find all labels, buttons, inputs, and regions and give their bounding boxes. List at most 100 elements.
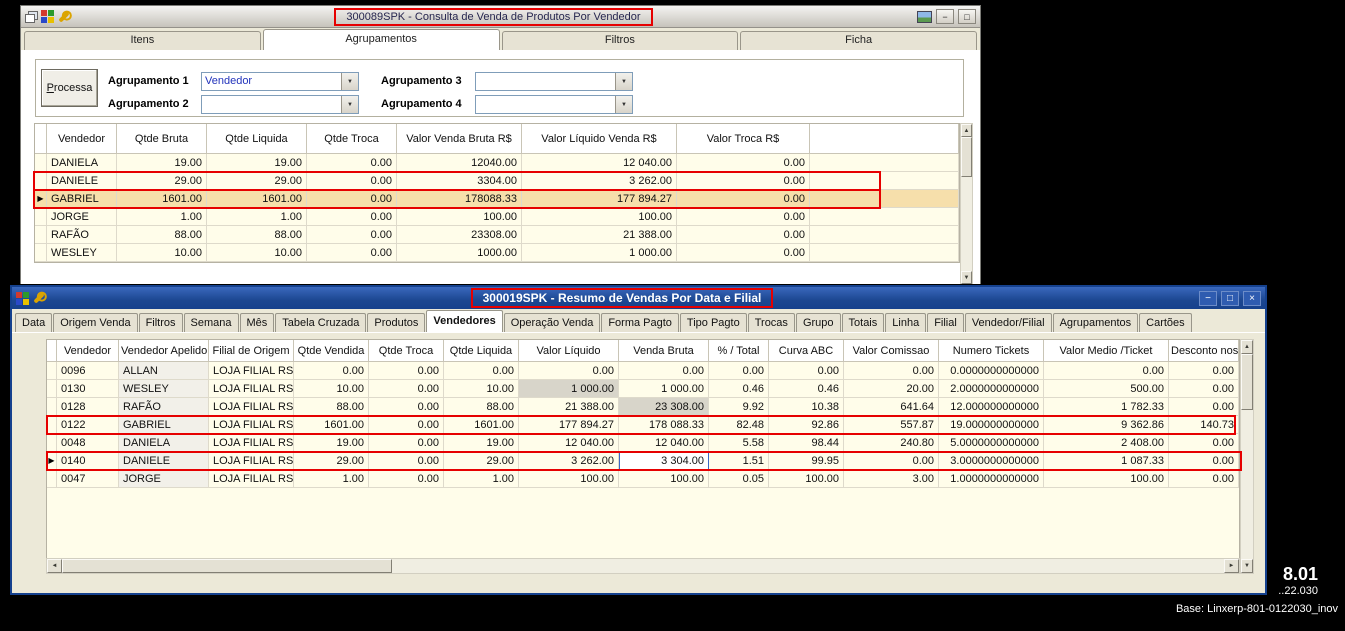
grid-cell[interactable]: 0.00 <box>307 226 397 244</box>
sum-icon[interactable] <box>15 337 41 357</box>
grid-cell[interactable]: LOJA FILIAL RS <box>209 362 294 380</box>
minimize-button[interactable]: − <box>1199 290 1217 306</box>
grid-cell[interactable]: 1601.00 <box>294 416 369 434</box>
tab-filial[interactable]: Filial <box>927 313 964 332</box>
column-header[interactable]: Filial de Origem <box>209 340 294 362</box>
app-grid-icon[interactable] <box>41 10 54 23</box>
agrupamento-3-combo[interactable]: ▼ <box>475 72 633 91</box>
grid-cell[interactable]: 0.0000000000000 <box>939 362 1044 380</box>
grid-cell[interactable]: 0.00 <box>1169 398 1239 416</box>
grid-cell[interactable]: 0.00 <box>769 362 844 380</box>
grid-cell[interactable]: LOJA FILIAL RS <box>209 380 294 398</box>
grid-cell[interactable]: 3.0000000000000 <box>939 452 1044 470</box>
minimize-button[interactable]: − <box>936 9 954 24</box>
column-header[interactable]: Curva ABC <box>769 340 844 362</box>
grid-cell[interactable]: 0.00 <box>369 416 444 434</box>
scroll-down-icon[interactable]: ▼ <box>1241 559 1253 573</box>
grid-cell[interactable]: 19.00 <box>207 154 307 172</box>
grid-cell[interactable]: 23 308.00 <box>619 398 709 416</box>
grid-cell[interactable]: 3 262.00 <box>519 452 619 470</box>
column-header[interactable]: Vendedor Apelido <box>119 340 209 362</box>
column-header[interactable]: Valor Venda Bruta R$ <box>397 124 522 154</box>
grid-cell[interactable]: 23308.00 <box>397 226 522 244</box>
grid-cell[interactable]: 641.64 <box>844 398 939 416</box>
grid-cell[interactable]: 0.00 <box>369 398 444 416</box>
table-row[interactable]: 0047 JORGE LOJA FILIAL RS 1.00 0.00 1.00 100.0… <box>47 470 1239 488</box>
grid-cell[interactable]: JORGE <box>119 470 209 488</box>
grid-cell[interactable]: JORGE <box>47 208 117 226</box>
grid-cell[interactable]: 0.00 <box>619 362 709 380</box>
grid-cell[interactable]: 9.92 <box>709 398 769 416</box>
grid-cell[interactable]: 0.00 <box>307 172 397 190</box>
grid-cell[interactable]: 12040.00 <box>397 154 522 172</box>
grid-cell[interactable]: 240.80 <box>844 434 939 452</box>
grid-cell[interactable]: 2.0000000000000 <box>939 380 1044 398</box>
grid-cell[interactable]: 3 262.00 <box>522 172 677 190</box>
tab-itens[interactable]: Itens <box>24 31 261 50</box>
column-header[interactable]: Venda Bruta <box>619 340 709 362</box>
grid-cell[interactable]: 3.00 <box>844 470 939 488</box>
tab-agrupamentos[interactable]: Agrupamentos <box>262 29 500 50</box>
grid-cell[interactable]: 1 000.00 <box>522 244 677 262</box>
grid-cell[interactable]: 10.00 <box>444 380 519 398</box>
grid-cell[interactable]: 0.00 <box>844 362 939 380</box>
grid-cell[interactable]: 177 894.27 <box>519 416 619 434</box>
table-row[interactable]: 0122 GABRIEL LOJA FILIAL RS 1601.00 0.00 1601… <box>47 416 1239 434</box>
grid-cell[interactable]: 3304.00 <box>397 172 522 190</box>
grid-cell[interactable]: 0.00 <box>677 244 810 262</box>
scrollbar-thumb[interactable] <box>62 559 392 573</box>
grid-cell[interactable]: 100.00 <box>522 208 677 226</box>
grid-cell[interactable]: 0.00 <box>307 190 397 208</box>
grid-cell[interactable]: 100.00 <box>519 470 619 488</box>
grid-cell[interactable]: 1.00 <box>117 208 207 226</box>
grid-cell[interactable]: 0.00 <box>677 226 810 244</box>
grid-cell[interactable]: 12 040.00 <box>519 434 619 452</box>
table-row[interactable]: 0128 RAFÃO LOJA FILIAL RS 88.00 0.00 88.00 21 … <box>47 398 1239 416</box>
grid-cell[interactable]: 0048 <box>57 434 119 452</box>
tab-agrupamentos[interactable]: Agrupamentos <box>1052 313 1139 332</box>
column-header[interactable]: Desconto nos Tick <box>1169 340 1239 362</box>
grid-cell[interactable]: 0128 <box>57 398 119 416</box>
close-button[interactable]: × <box>1243 290 1261 306</box>
agrupamento-1-combo[interactable]: Vendedor ▼ <box>201 72 359 91</box>
column-header[interactable]: Valor Medio /Ticket <box>1044 340 1169 362</box>
scrollbar-thumb[interactable] <box>961 137 972 177</box>
grid-cell[interactable]: 0.00 <box>307 244 397 262</box>
tab-trocas[interactable]: Trocas <box>747 313 795 332</box>
grid-cell[interactable]: 100.00 <box>397 208 522 226</box>
grid-cell[interactable]: 1 000.00 <box>619 380 709 398</box>
grid-cell[interactable]: 140.73 <box>1169 416 1239 434</box>
grid-cell[interactable]: 98.44 <box>769 434 844 452</box>
picture-icon[interactable] <box>917 10 932 23</box>
column-header[interactable]: Valor Troca R$ <box>677 124 810 154</box>
tab-filtros[interactable]: Filtros <box>138 313 183 332</box>
tab-semana[interactable]: Semana <box>183 313 239 332</box>
grid-cell[interactable]: 557.87 <box>844 416 939 434</box>
grid-cell[interactable]: 29.00 <box>207 172 307 190</box>
table-row[interactable]: DANIELE 29.00 29.00 0.00 3304.00 3 262.00 0.00 <box>35 172 959 190</box>
tab-totais[interactable]: Totais <box>841 313 885 332</box>
tab-tabela-cruzada[interactable]: Tabela Cruzada <box>275 313 367 332</box>
grid-cell[interactable]: 1601.00 <box>117 190 207 208</box>
grid-cell[interactable]: 0.46 <box>709 380 769 398</box>
table-row[interactable]: DANIELA 19.00 19.00 0.00 12040.00 12 040.00 0.… <box>35 154 959 172</box>
table-row[interactable]: ▶ GABRIEL 1601.00 1601.00 0.00 178088.33 177 8… <box>35 190 959 208</box>
grid-cell[interactable]: 19.00 <box>444 434 519 452</box>
grid-cell[interactable]: 9 362.86 <box>1044 416 1169 434</box>
grid-cell[interactable]: 0140 <box>57 452 119 470</box>
chevron-down-icon[interactable]: ▼ <box>341 96 358 113</box>
processa-button[interactable]: Processa <box>41 69 98 107</box>
grid-cell[interactable]: 1000.00 <box>397 244 522 262</box>
tab-produtos[interactable]: Produtos <box>367 313 426 332</box>
grid-cell[interactable]: 0.00 <box>1044 362 1169 380</box>
column-header[interactable]: Valor Líquido <box>519 340 619 362</box>
grid-cell[interactable]: 0.00 <box>369 434 444 452</box>
column-header[interactable]: Vendedor <box>47 124 117 154</box>
grid-cell[interactable]: 0.46 <box>769 380 844 398</box>
grid-cell[interactable]: 21 388.00 <box>522 226 677 244</box>
tab-grupo[interactable]: Grupo <box>795 313 841 332</box>
table-row[interactable]: 0048 DANIELA LOJA FILIAL RS 19.00 0.00 19.00 1… <box>47 434 1239 452</box>
grid-cell[interactable]: 1.0000000000000 <box>939 470 1044 488</box>
grid-cell[interactable]: 12 040.00 <box>522 154 677 172</box>
grid-cell[interactable]: 177 894.27 <box>522 190 677 208</box>
